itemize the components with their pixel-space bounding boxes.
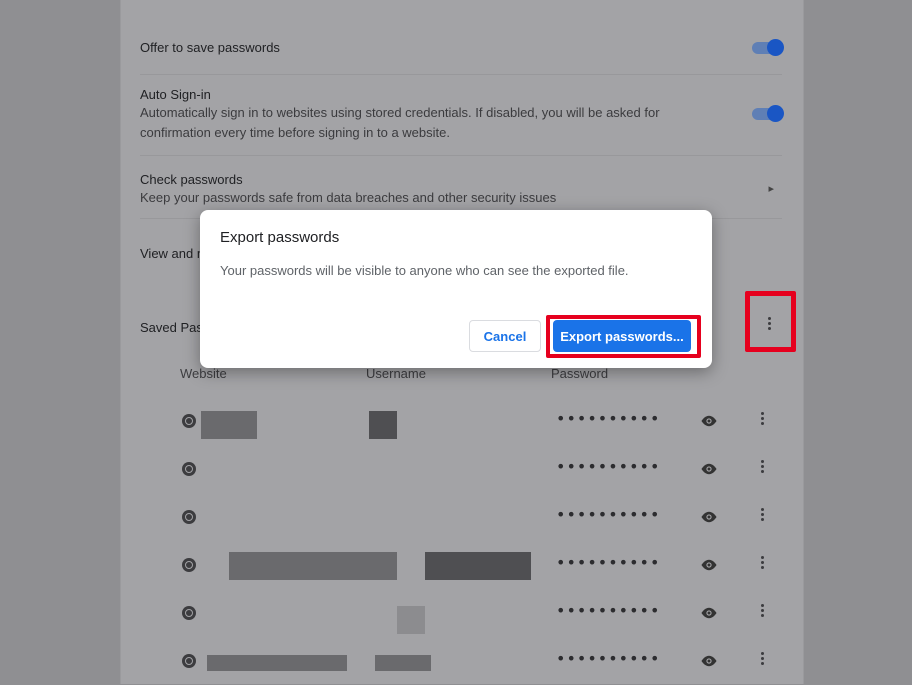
column-header-password: Password <box>551 366 609 381</box>
offer-to-save-toggle[interactable] <box>752 39 784 56</box>
export-button-highlight <box>546 315 701 358</box>
row-more-icon[interactable] <box>761 508 764 521</box>
password-value: •••••••••• <box>556 409 661 428</box>
row-more-icon[interactable] <box>761 652 764 665</box>
auto-signin-description-line1: Automatically sign in to websites using … <box>140 105 660 120</box>
check-passwords-description: Keep your passwords safe from data breac… <box>140 190 557 205</box>
auto-signin-toggle[interactable] <box>752 105 784 122</box>
cancel-button[interactable]: Cancel <box>469 320 541 352</box>
dialog-message: Your passwords will be visible to anyone… <box>220 263 629 278</box>
redacted-username <box>425 552 531 580</box>
password-value: •••••••••• <box>556 457 661 476</box>
check-passwords-label: Check passwords <box>140 172 243 187</box>
table-row: •••••••••• <box>120 445 802 493</box>
dialog-title: Export passwords <box>220 229 340 246</box>
show-password-eye-icon[interactable] <box>700 463 718 475</box>
row-more-icon[interactable] <box>761 460 764 473</box>
saved-passwords-heading: Saved Pas <box>140 320 203 335</box>
redacted-website <box>207 655 347 671</box>
menu-button-highlight <box>745 291 796 352</box>
redacted-website <box>229 552 397 580</box>
redacted-username <box>369 411 397 439</box>
show-password-eye-icon[interactable] <box>700 607 718 619</box>
auto-signin-row[interactable]: Auto Sign-in Automatically sign in to we… <box>140 75 784 156</box>
offer-to-save-row[interactable]: Offer to save passwords <box>140 22 784 75</box>
chevron-right-icon: ▸ <box>768 183 774 195</box>
row-more-icon[interactable] <box>761 556 764 569</box>
show-password-eye-icon[interactable] <box>700 655 718 667</box>
globe-icon <box>182 510 196 524</box>
table-row: •••••••••• <box>120 589 802 637</box>
globe-icon <box>182 414 196 428</box>
globe-icon <box>182 558 196 572</box>
table-row: •••••••••• <box>120 637 802 685</box>
show-password-eye-icon[interactable] <box>700 511 718 523</box>
column-header-website: Website <box>180 366 227 381</box>
row-more-icon[interactable] <box>761 604 764 617</box>
password-value: •••••••••• <box>556 601 661 620</box>
auto-signin-label: Auto Sign-in <box>140 87 211 102</box>
table-row: •••••••••• <box>120 397 802 445</box>
auto-signin-description-line2: confirmation every time before signing i… <box>140 125 450 140</box>
globe-icon <box>182 654 196 668</box>
globe-icon <box>182 606 196 620</box>
password-value: •••••••••• <box>556 505 661 524</box>
password-value: •••••••••• <box>556 553 661 572</box>
table-row: •••••••••• <box>120 493 802 541</box>
redacted-username <box>375 655 431 671</box>
show-password-eye-icon[interactable] <box>700 415 718 427</box>
redacted-website <box>201 411 257 439</box>
row-more-icon[interactable] <box>761 412 764 425</box>
password-value: •••••••••• <box>556 649 661 668</box>
table-row: •••••••••• <box>120 541 802 589</box>
redacted-username <box>397 606 425 634</box>
show-password-eye-icon[interactable] <box>700 559 718 571</box>
globe-icon <box>182 462 196 476</box>
offer-to-save-label: Offer to save passwords <box>140 40 280 55</box>
view-manage-label[interactable]: View and m <box>140 246 208 261</box>
column-header-username: Username <box>366 366 426 381</box>
